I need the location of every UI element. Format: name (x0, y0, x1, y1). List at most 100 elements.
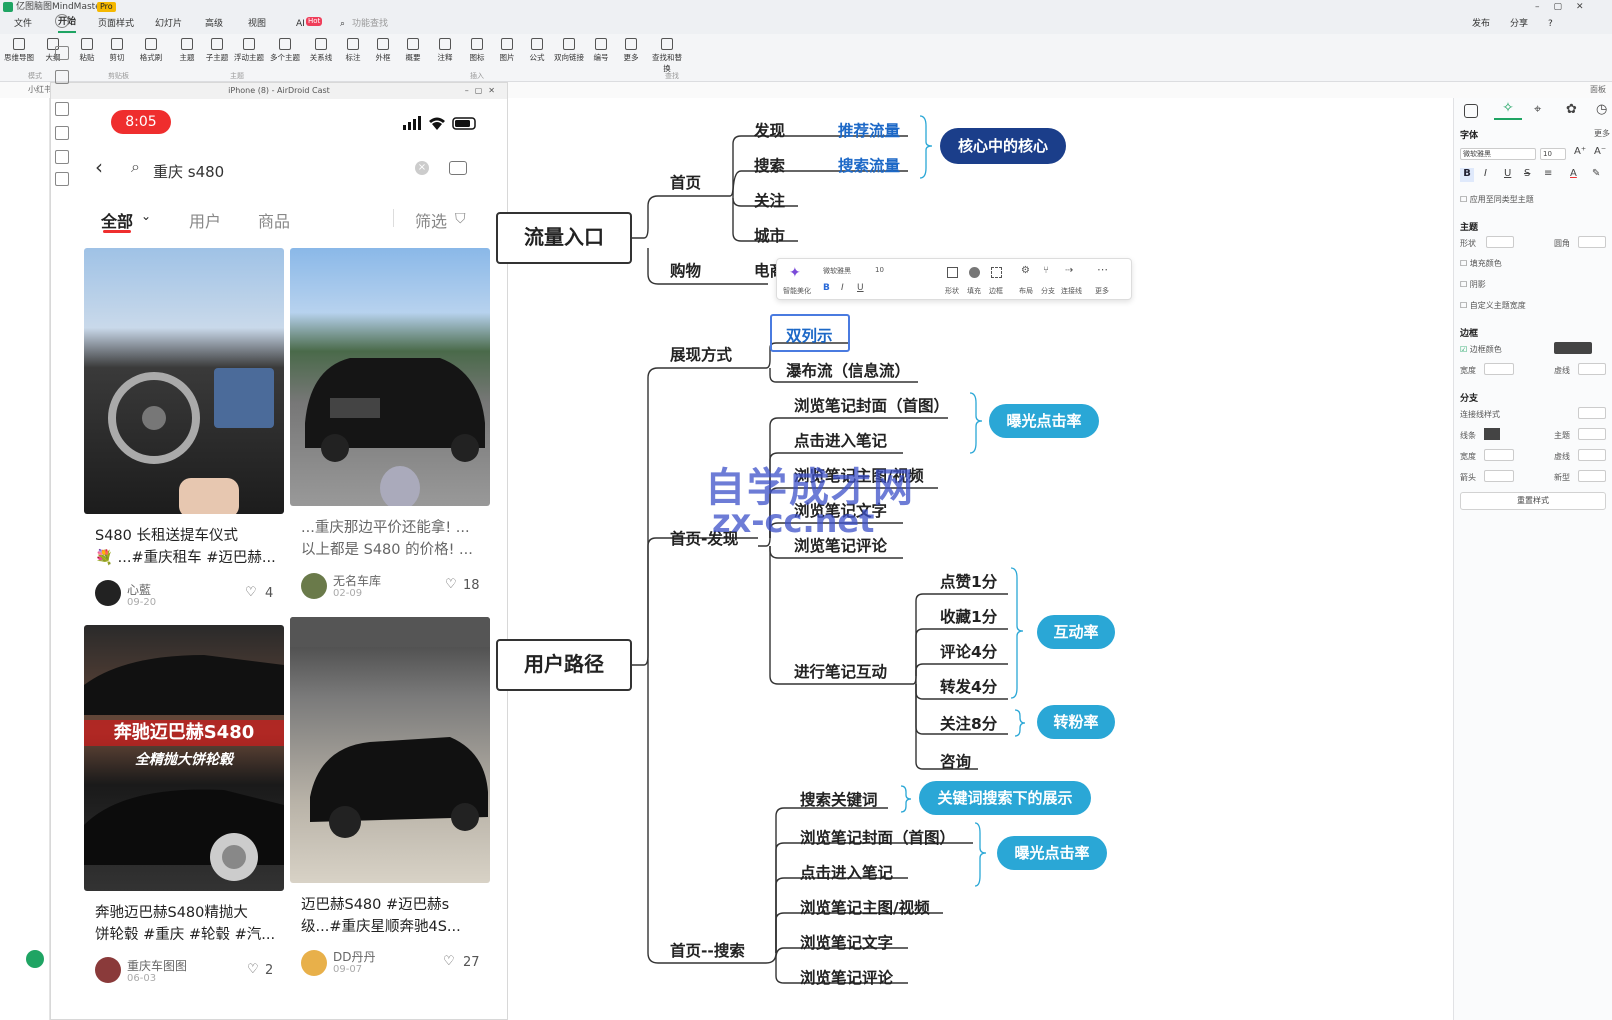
curve-select[interactable] (1578, 470, 1606, 482)
font-select[interactable]: 微软雅黑 (823, 266, 851, 276)
ribbon-button-7[interactable]: 浮动主题 (232, 36, 266, 63)
heart-icon[interactable]: ♡ (445, 577, 457, 592)
card-image-1[interactable] (84, 248, 284, 514)
border-color-swatch[interactable] (1554, 342, 1592, 354)
tab-users[interactable]: 用户 (189, 208, 221, 232)
topic-shopping[interactable]: 购物 (670, 259, 701, 281)
heart-icon[interactable]: ♡ (245, 585, 257, 600)
menu-advanced[interactable]: 高级 (205, 14, 223, 34)
shape-icon[interactable] (947, 267, 958, 278)
ribbon-button-10[interactable]: 标注 (336, 36, 370, 63)
share-button[interactable]: 分享 (1510, 14, 1528, 34)
ribbon-button-13[interactable]: 注释 (428, 36, 462, 63)
menu-slides[interactable]: 幻灯片 (155, 14, 182, 34)
icon-tab-icon[interactable]: ✿ (1566, 102, 1577, 117)
ribbon-button-16[interactable]: 公式 (520, 36, 554, 63)
ribbon-button-12[interactable]: 概要 (396, 36, 430, 63)
bold-button[interactable]: B (1460, 168, 1474, 182)
topic-collect[interactable]: 收藏1分 (940, 605, 997, 627)
topic-discover[interactable]: 发现 (754, 119, 785, 141)
sidebar-tool-icon[interactable] (55, 70, 69, 84)
ribbon-button-11[interactable]: 外框 (366, 36, 400, 63)
topic-follow-8[interactable]: 关注8分 (940, 712, 997, 734)
topic-comment[interactable]: 评论4分 (940, 640, 997, 662)
size-select[interactable]: 10 (875, 266, 884, 274)
topic-search[interactable]: 搜索 (754, 154, 785, 176)
border-dash-select[interactable] (1578, 363, 1606, 375)
branch-dash-select[interactable] (1578, 449, 1606, 461)
more-icon[interactable]: ⋯ (1097, 263, 1108, 276)
topic-display-mode[interactable]: 展现方式 (670, 343, 732, 365)
avatar[interactable] (301, 573, 327, 599)
layout-icon[interactable]: ⚙ (1021, 265, 1030, 276)
topic-browse-text-2[interactable]: 浏览笔记文字 (800, 931, 893, 953)
connector-style-select[interactable] (1578, 407, 1606, 419)
ribbon-button-9[interactable]: 关系线 (304, 36, 338, 63)
camera-icon[interactable] (449, 161, 467, 175)
rounded-select[interactable] (1578, 236, 1606, 248)
card-title-1[interactable]: S480 长租送提车仪式 💐 ...#重庆租车 #迈巴赫... (95, 525, 285, 569)
topic-consult[interactable]: 咨询 (940, 750, 971, 772)
topic-browse-media-2[interactable]: 浏览笔记主图/视频 (800, 896, 930, 918)
ribbon-button-15[interactable]: 图片 (490, 36, 524, 63)
card-user-3[interactable]: 重庆车图图 (127, 957, 187, 974)
topic-search-keyword[interactable]: 搜索关键词 (800, 788, 878, 810)
apply-same-checkbox[interactable]: ☐ 应用至同类型主题 (1460, 194, 1534, 205)
feature-search-input[interactable]: 功能查找 (352, 14, 388, 34)
publish-button[interactable]: 发布 (1472, 14, 1490, 34)
ribbon-button-0[interactable]: 思维导图 (2, 36, 36, 63)
card-image-4[interactable] (290, 617, 490, 883)
border-width-select[interactable] (1484, 363, 1514, 375)
root-topic-traffic[interactable]: 流量入口 (496, 212, 632, 264)
label-follower-rate[interactable]: 转粉率 (1037, 705, 1115, 739)
chat-icon[interactable] (26, 950, 44, 968)
topic-home-search[interactable]: 首页--搜索 (670, 939, 745, 961)
connector-icon[interactable]: ⇢ (1065, 265, 1073, 276)
format-tab-icon[interactable]: ✧ (1494, 100, 1522, 120)
tab-goods[interactable]: 商品 (258, 208, 290, 232)
window-controls[interactable]: –▢✕ (1535, 0, 1598, 14)
avatar[interactable] (301, 950, 327, 976)
mindmap-canvas[interactable]: 流量入口 用户路径 首页 发现 推荐流量 搜索 搜索流量 关注 城市 购物 电商… (496, 98, 1453, 1020)
strike-button[interactable]: S (1524, 168, 1530, 179)
highlight-icon[interactable]: ✎ (1592, 168, 1600, 179)
avatar[interactable] (95, 580, 121, 606)
topic-home[interactable]: 首页 (670, 171, 701, 193)
card-title-2[interactable]: ...重庆那边平价还能拿! ... 以上都是 S480 的价格! ... (301, 517, 491, 561)
ribbon-button-3[interactable]: 剪切 (100, 36, 134, 63)
label-exposure-ctr-1[interactable]: 曝光点击率 (989, 404, 1099, 438)
shadow-checkbox[interactable]: ☐ 阴影 (1460, 279, 1486, 290)
ribbon-button-19[interactable]: 更多 (614, 36, 648, 63)
topic-double-column[interactable]: 双列示 (786, 324, 833, 346)
italic-button[interactable]: I (841, 283, 844, 293)
bold-button[interactable]: B (823, 283, 830, 293)
ribbon-button-18[interactable]: 编号 (584, 36, 618, 63)
ribbon-button-14[interactable]: 图标 (460, 36, 494, 63)
sidebar-tool-icon[interactable] (55, 46, 69, 60)
ribbon-button-20[interactable]: 查找和替换 (650, 36, 684, 74)
ribbon-button-17[interactable]: 双向链接 (552, 36, 586, 63)
ribbon-button-5[interactable]: 主题 (170, 36, 204, 63)
custom-width-checkbox[interactable]: ☐ 自定义主题宽度 (1460, 300, 1526, 311)
ai-beautify-icon[interactable]: ✦ (789, 265, 801, 281)
topic-follow[interactable]: 关注 (754, 189, 785, 211)
heart-icon[interactable]: ♡ (443, 954, 455, 969)
card-user-2[interactable]: 无名车库 (333, 572, 381, 589)
branch-width-select[interactable] (1484, 449, 1514, 461)
topic-enter-note-2[interactable]: 点击进入笔记 (800, 861, 893, 883)
avatar[interactable] (95, 957, 121, 983)
card-user-1[interactable]: 心藍 (127, 581, 151, 598)
topic-ecommerce[interactable]: 电商 (754, 259, 776, 281)
ribbon-button-4[interactable]: 格式刷 (134, 36, 168, 63)
sidebar-tool-icon[interactable] (55, 150, 69, 164)
sidebar-tool-icon[interactable] (55, 172, 69, 186)
font-size-select[interactable]: 10 (1540, 148, 1566, 160)
label-exposure-ctr-2[interactable]: 曝光点击率 (997, 836, 1107, 870)
menu-file[interactable]: 文件 (14, 14, 32, 34)
topic-city[interactable]: 城市 (754, 224, 785, 246)
border-color-checkbox[interactable]: ☑ 边框颜色 (1460, 344, 1502, 355)
font-grow-icon[interactable]: A⁺ (1574, 146, 1586, 157)
card-title-4[interactable]: 迈巴赫S480 #迈巴赫s 级...#重庆星顺奔驰4S... (301, 894, 491, 938)
filter-button[interactable]: 筛选 (415, 208, 447, 232)
topic-recommend-traffic[interactable]: 推荐流量 (838, 119, 900, 141)
